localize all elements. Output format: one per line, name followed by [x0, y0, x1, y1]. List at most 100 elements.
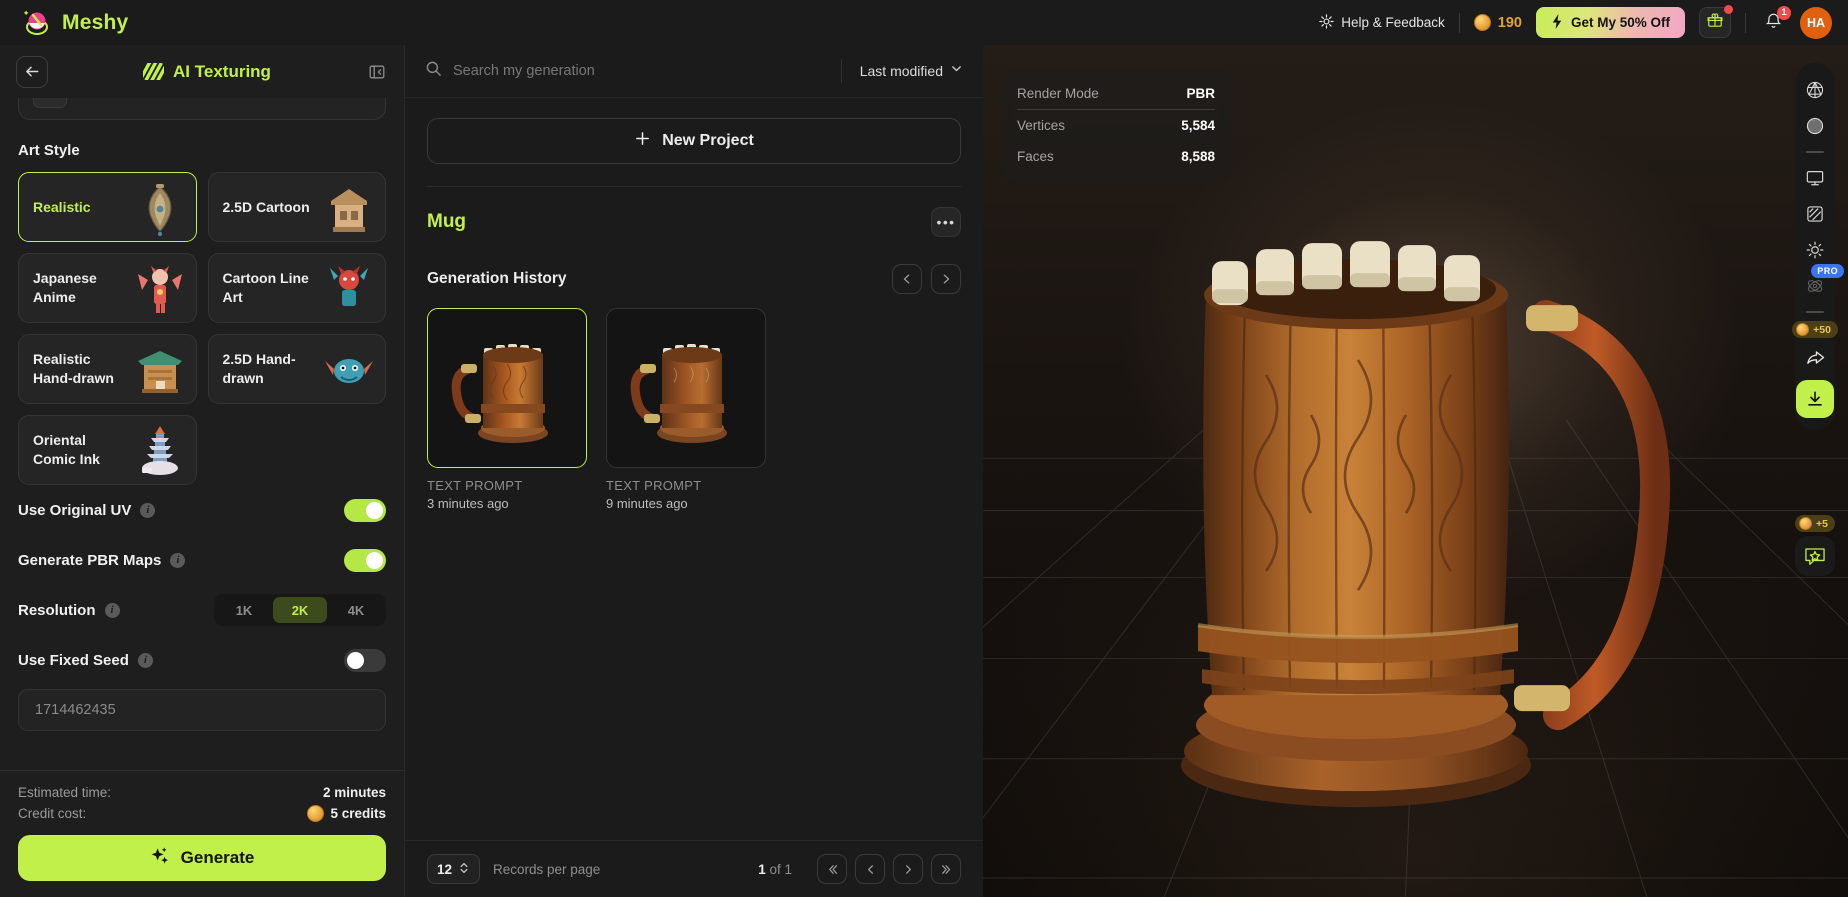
- art-style-card-realistic[interactable]: Realistic: [18, 172, 197, 242]
- notification-badge: 1: [1777, 5, 1791, 20]
- generation-thumbnail: [427, 308, 587, 468]
- lightning-icon: [1551, 13, 1564, 32]
- info-icon[interactable]: i: [104, 602, 120, 618]
- line-art-demon-thumbnail-icon: [321, 260, 377, 320]
- lighting-sun-icon[interactable]: [1798, 233, 1832, 267]
- credits-indicator[interactable]: 190: [1473, 14, 1522, 31]
- clipped-chip: [33, 98, 67, 108]
- estimated-time-label: Estimated time:: [18, 785, 112, 800]
- back-button[interactable]: [16, 55, 48, 88]
- promo-label: Get My 50% Off: [1570, 15, 1670, 30]
- new-project-button[interactable]: New Project: [427, 118, 961, 164]
- sidebar-scroll-area: Art Style Realistic 2.5D Cartoon Japanes…: [0, 98, 404, 770]
- page-first-button[interactable]: [817, 854, 847, 884]
- body-row: AI Texturing Art Style Realistic 2.5D Ca…: [0, 45, 1848, 897]
- resolution-option-4k[interactable]: 4K: [329, 597, 383, 623]
- faces-value: 8,588: [1181, 149, 1215, 164]
- texture-stripes-icon[interactable]: [1798, 197, 1832, 231]
- generation-card-time: 9 minutes ago: [606, 496, 688, 511]
- pro-badge: PRO: [1811, 264, 1844, 278]
- art-style-label-cartoon-line-art: Cartoon Line Art: [222, 270, 309, 305]
- art-style-card-oriental-comic-ink[interactable]: Oriental Comic Ink: [18, 415, 197, 485]
- generate-pbr-maps-toggle[interactable]: [344, 548, 386, 572]
- generate-button[interactable]: Generate: [18, 835, 386, 881]
- project-name: Mug: [427, 211, 467, 232]
- art-style-grid: Realistic 2.5D Cartoon Japanese Anime Ca…: [18, 172, 386, 485]
- records-per-page-label: Records per page: [493, 861, 601, 877]
- page-next-button[interactable]: [893, 854, 923, 884]
- mug-3d-model: [1106, 165, 1726, 830]
- collapse-sidebar-button[interactable]: [366, 61, 388, 83]
- resolution-option-2k[interactable]: 2K: [273, 597, 327, 623]
- download-button[interactable]: [1796, 380, 1834, 418]
- help-feedback-label: Help & Feedback: [1341, 15, 1445, 30]
- animation-atom-icon[interactable]: PRO: [1798, 264, 1844, 303]
- generation-history-title: Generation History: [427, 270, 567, 287]
- gift-icon: [1707, 12, 1723, 33]
- handdrawn-creature-thumbnail-icon: [321, 341, 377, 401]
- generation-panel: Search my generation Last modified New P…: [405, 45, 983, 897]
- project-more-options-button[interactable]: •••: [931, 207, 961, 237]
- render-mode-value: PBR: [1186, 86, 1215, 101]
- page-prev-button[interactable]: [855, 854, 885, 884]
- resolution-option-1k[interactable]: 1K: [217, 597, 271, 623]
- art-style-card-25d-cartoon[interactable]: 2.5D Cartoon: [207, 172, 386, 242]
- resolution-label: Resolution: [18, 601, 96, 619]
- page-last-button[interactable]: [931, 854, 961, 884]
- sparkles-icon: [150, 846, 170, 871]
- clipped-panel-above: [18, 98, 386, 120]
- share-credit-amount: +50: [1813, 323, 1831, 336]
- notifications-button[interactable]: 1: [1760, 5, 1791, 36]
- art-style-card-japanese-anime[interactable]: Japanese Anime: [18, 253, 197, 323]
- generation-card[interactable]: TEXT PROMPT 9 minutes ago: [606, 308, 766, 511]
- sort-label: Last modified: [859, 63, 943, 79]
- option-row-use-original-uv: Use Original UV i: [18, 485, 386, 535]
- art-style-card-25d-hand-drawn[interactable]: 2.5D Hand-drawn: [207, 334, 386, 404]
- generation-history-cards: TEXT PROMPT 3 minutes ago TEXT PROMPT 9 …: [427, 308, 961, 511]
- gift-button[interactable]: [1699, 5, 1733, 38]
- info-icon[interactable]: i: [137, 652, 153, 668]
- generation-card-type: TEXT PROMPT: [427, 478, 523, 493]
- info-icon[interactable]: i: [170, 552, 186, 568]
- page-of: of 1: [769, 861, 792, 877]
- project-row: Mug •••: [427, 207, 961, 237]
- brand[interactable]: Meshy: [22, 8, 128, 38]
- generate-pbr-maps-label: Generate PBR Maps: [18, 551, 162, 569]
- option-row-resolution: Resolution i 1K 2K 4K: [18, 585, 386, 635]
- records-per-page-value: 12: [437, 861, 453, 877]
- help-feedback-button[interactable]: Help & Feedback: [1319, 13, 1445, 32]
- records-per-page-select[interactable]: 12: [427, 854, 480, 884]
- avatar[interactable]: HA: [1800, 6, 1832, 39]
- divider: [1745, 12, 1746, 33]
- info-icon[interactable]: i: [140, 502, 156, 518]
- use-fixed-seed-toggle[interactable]: [344, 648, 386, 672]
- toggle-knob: [366, 551, 383, 569]
- handdrawn-house-thumbnail-icon: [132, 341, 188, 401]
- estimated-time-value: 2 minutes: [322, 785, 386, 800]
- wireframe-globe-icon[interactable]: [1798, 73, 1832, 107]
- generation-card-time: 3 minutes ago: [427, 496, 509, 511]
- stepper-icon: [459, 861, 469, 878]
- art-style-label-realistic-hand-drawn: Realistic Hand-drawn: [33, 351, 114, 386]
- display-monitor-icon[interactable]: [1798, 161, 1832, 195]
- ai-texturing-icon: [143, 61, 165, 82]
- art-style-label-japanese-anime: Japanese Anime: [33, 270, 97, 305]
- toggle-knob: [347, 651, 364, 669]
- history-prev-button[interactable]: [892, 264, 922, 294]
- use-original-uv-toggle[interactable]: [344, 498, 386, 522]
- seed-input[interactable]: 1714462435: [18, 689, 386, 731]
- generation-history-row: Generation History: [427, 264, 961, 294]
- divider: [1458, 12, 1460, 33]
- share-icon[interactable]: [1798, 340, 1832, 374]
- material-sphere-icon[interactable]: [1798, 109, 1832, 143]
- promo-discount-button[interactable]: Get My 50% Off: [1535, 7, 1685, 38]
- history-next-button[interactable]: [931, 264, 961, 294]
- art-style-card-cartoon-line-art[interactable]: Cartoon Line Art: [207, 253, 386, 323]
- 3d-viewport[interactable]: Render Mode PBR Vertices 5,584 Faces 8,5…: [983, 45, 1848, 897]
- search-input[interactable]: Search my generation: [425, 60, 841, 82]
- generation-card[interactable]: TEXT PROMPT 3 minutes ago: [427, 308, 587, 511]
- art-style-card-realistic-hand-drawn[interactable]: Realistic Hand-drawn: [18, 334, 197, 404]
- coin-icon: [1473, 14, 1491, 31]
- sort-dropdown[interactable]: Last modified: [840, 59, 983, 83]
- feedback-button[interactable]: [1795, 536, 1835, 576]
